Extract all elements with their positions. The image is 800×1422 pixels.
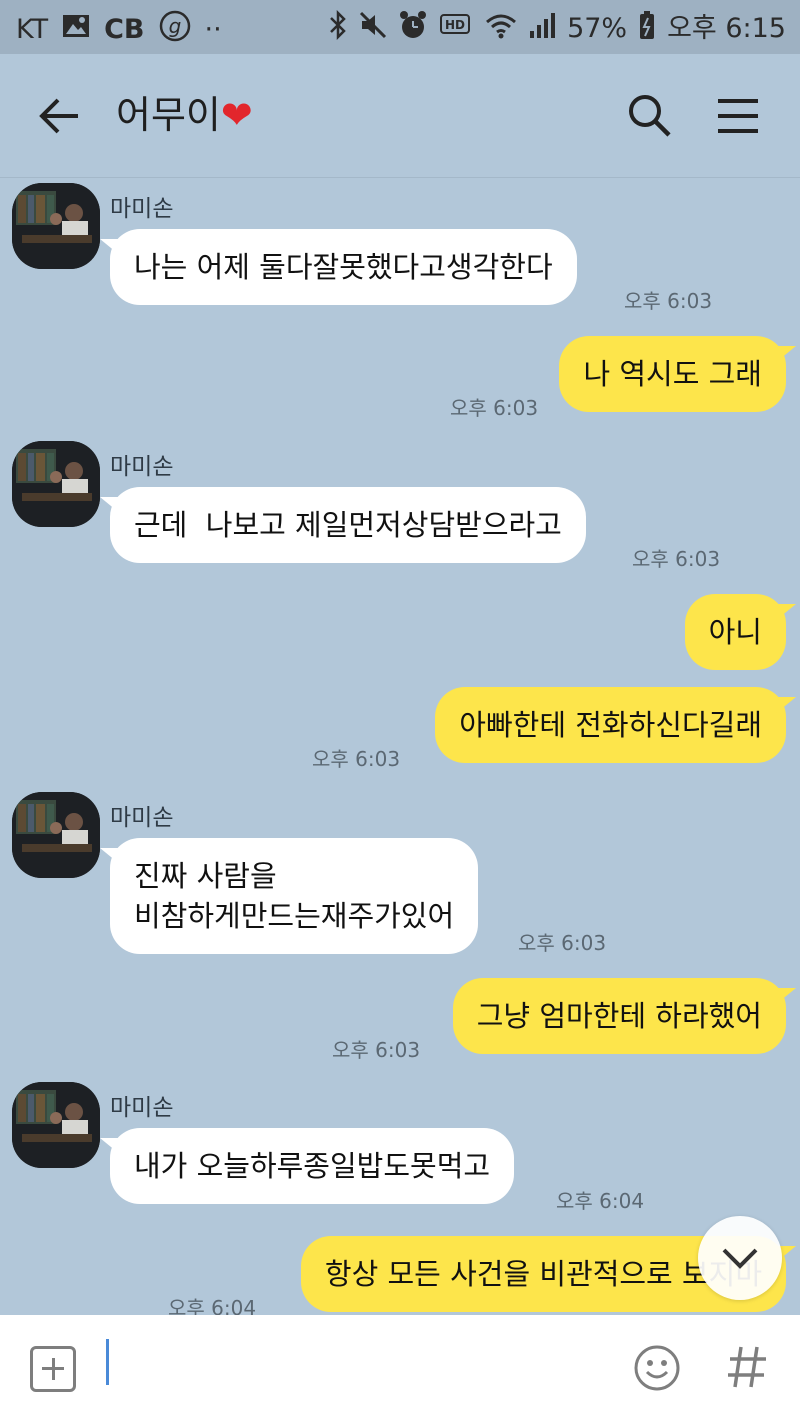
avatar-photo: [12, 441, 100, 527]
chat-title: 어무이❤: [116, 90, 253, 140]
message-time: 오후 6:03: [332, 1038, 421, 1062]
battery-percent: 57%: [567, 13, 628, 44]
cb-icon: CB: [104, 14, 145, 45]
incoming-message-bubble[interactable]: 내가 오늘하루종일밥도못먹고: [99, 1128, 515, 1204]
hd-label: HD: [445, 18, 465, 32]
search-button[interactable]: [626, 92, 674, 140]
message-input-bar: [0, 1315, 800, 1422]
hashtag-icon: [728, 1346, 766, 1388]
message-time: 오후 6:04: [556, 1189, 645, 1213]
sender-name: 마미손: [110, 196, 174, 222]
back-button[interactable]: [36, 94, 86, 138]
signal-icon: [529, 11, 556, 47]
status-bar: KT CB g ·· HD 57% 오후 6:15: [0, 0, 800, 54]
outgoing-message-bubble[interactable]: 아빠한테 전화하신다길래: [435, 687, 796, 763]
avatar-photo: [12, 1082, 100, 1168]
search-icon: [629, 95, 671, 137]
alarm-icon: [399, 10, 427, 48]
message-time: 오후 6:03: [632, 547, 721, 571]
avatar[interactable]: [12, 792, 100, 878]
chat-title-text: 어무이: [116, 93, 221, 137]
avatar[interactable]: [12, 183, 100, 269]
incoming-message-bubble[interactable]: 근데 나보고 제일먼저상담받으라고: [100, 487, 586, 563]
message-list[interactable]: 마미손 나는 어제 둘다잘못했다고생각한다 오후 6:03 나 역시도 그래 오…: [0, 179, 800, 1315]
carrier-label: KT: [16, 14, 49, 45]
message-time: 오후 6:03: [312, 747, 401, 771]
sender-name: 마미손: [110, 805, 174, 831]
outgoing-message-bubble[interactable]: 그냥 엄마한테 하라했어: [452, 978, 797, 1054]
sender-name: 마미손: [110, 454, 174, 480]
g-icon: g: [159, 10, 191, 50]
image-icon: [62, 14, 90, 46]
hamburger-menu-icon: [718, 99, 758, 133]
status-right: HD 57% 오후 6:15: [329, 9, 786, 48]
outgoing-message-bubble[interactable]: 나 역시도 그래: [559, 336, 796, 412]
message-time: 오후 6:04: [168, 1296, 257, 1315]
hd-icon: HD: [439, 12, 473, 46]
message-input[interactable]: [100, 1339, 610, 1399]
svg-text:g: g: [168, 14, 181, 38]
incoming-message-bubble[interactable]: 진짜 사람을 비참하게만드는재주가있어: [99, 838, 479, 954]
sender-name: 마미손: [110, 1095, 174, 1121]
message-time: 오후 6:03: [450, 396, 539, 420]
chevron-down-icon: [722, 1248, 758, 1269]
outgoing-message-bubble[interactable]: 아니: [684, 594, 797, 670]
avatar-photo: [12, 183, 100, 269]
avatar[interactable]: [12, 1082, 100, 1168]
hashtag-search-button[interactable]: [724, 1341, 770, 1393]
back-arrow-icon: [39, 98, 78, 134]
bluetooth-icon: [329, 9, 347, 48]
more-dots-icon: ··: [204, 14, 222, 45]
message-time: 오후 6:03: [518, 931, 607, 955]
text-cursor: [106, 1339, 109, 1385]
battery-icon: [639, 10, 655, 48]
menu-button[interactable]: [714, 94, 762, 138]
avatar[interactable]: [12, 441, 100, 527]
status-left: KT CB g ··: [16, 10, 222, 50]
heart-emoji: ❤: [220, 93, 253, 137]
scroll-to-bottom-button[interactable]: [698, 1216, 782, 1300]
emoticon-button[interactable]: [632, 1343, 682, 1393]
mute-icon: [359, 10, 387, 48]
add-attachment-button[interactable]: [30, 1346, 76, 1392]
wifi-icon: [485, 10, 517, 48]
incoming-message-bubble[interactable]: 나는 어제 둘다잘못했다고생각한다: [100, 229, 577, 305]
message-time: 오후 6:03: [624, 289, 713, 313]
chat-header: 어무이❤: [0, 54, 800, 178]
avatar-photo: [12, 792, 100, 878]
clock: 오후 6:15: [667, 13, 786, 44]
smiley-icon: [634, 1345, 680, 1391]
